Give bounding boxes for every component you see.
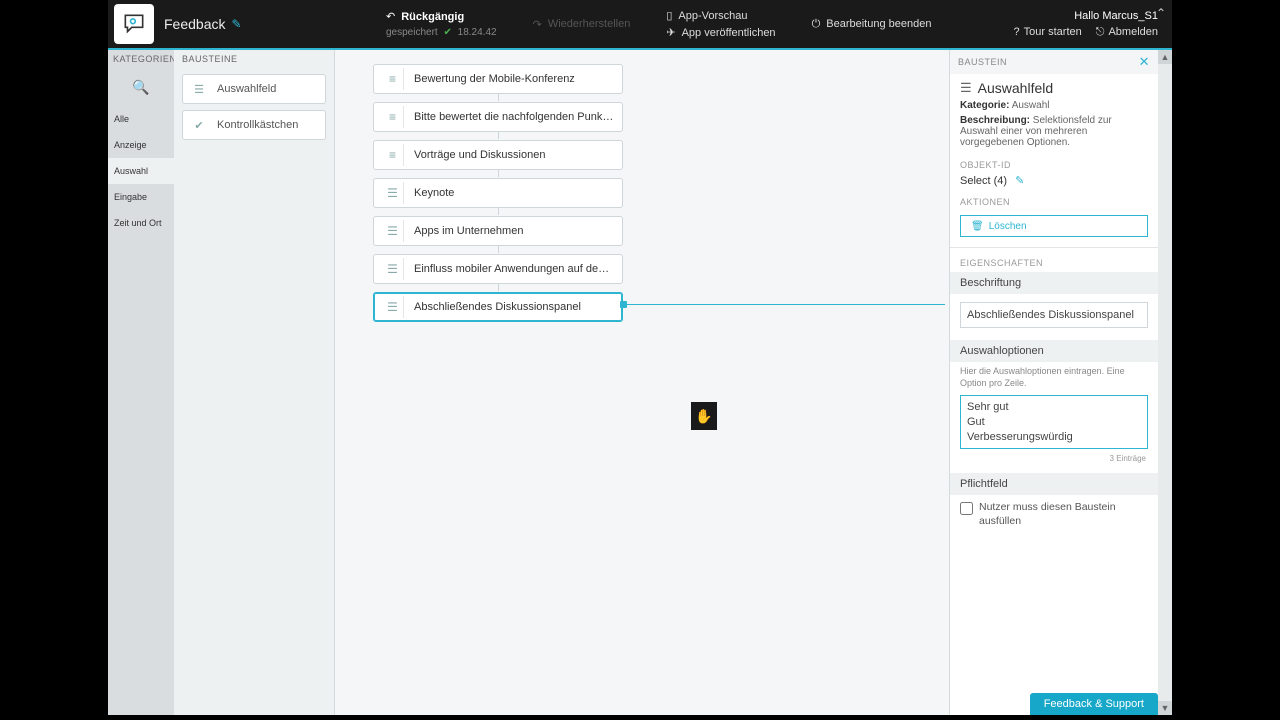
select-icon: ☰ (382, 220, 404, 242)
select-icon: ☰ (191, 83, 207, 96)
pflicht-checkbox-row[interactable]: Nutzer muss diesen Baustein ausfüllen (950, 495, 1158, 528)
prop-beschriftung-header: Beschriftung (950, 272, 1158, 294)
select-icon: ☰ (960, 80, 972, 96)
body: KATEGORIEN 🔍 Alle Anzeige Auswahl Eingab… (108, 48, 1172, 715)
actions-header: AKTIONEN (950, 187, 1158, 211)
select-icon: ☰ (382, 296, 404, 318)
canvas-node[interactable]: ☰ Apps im Unternehmen (373, 216, 623, 246)
start-tour-button[interactable]: ? Tour starten (1014, 26, 1082, 38)
properties-header: EIGENSCHAFTEN (950, 248, 1158, 272)
help-icon: ? (1014, 26, 1020, 38)
edit-object-id-icon[interactable]: ✎ (1015, 174, 1024, 187)
inspector-strip-label: BAUSTEIN (958, 57, 1007, 67)
object-id-value: Select (4) (960, 175, 1007, 187)
rail-item-anzeige[interactable]: Anzeige (108, 132, 174, 158)
category-rail: KATEGORIEN 🔍 Alle Anzeige Auswahl Eingab… (108, 50, 174, 715)
feedback-support-button[interactable]: Feedback & Support (1030, 693, 1158, 715)
select-icon: ☰ (382, 182, 404, 204)
speech-bubble-icon (121, 11, 147, 37)
app-root: Feedback ✎ ↶ Rückgängig gespeichert ✔ 18… (108, 0, 1172, 715)
prop-pflicht-header: Pflichtfeld (950, 473, 1158, 495)
text-block-icon: ≡ (382, 68, 404, 90)
redo-icon: ↷ (533, 18, 542, 31)
mobile-icon: ▯ (666, 9, 672, 22)
canvas-node[interactable]: ≡ Bewertung der Mobile-Konferenz (373, 64, 623, 94)
rename-app-icon[interactable]: ✎ (231, 17, 241, 31)
scroll-down-icon[interactable]: ▼ (1158, 701, 1172, 715)
publish-icon: ✈ (666, 26, 675, 39)
logout-button[interactable]: ⎋ Abmelden (1096, 26, 1158, 39)
text-block-icon: ≡ (382, 106, 404, 128)
topbar-center: ↶ Rückgängig gespeichert ✔ 18.24.42 ↷ Wi… (368, 0, 949, 48)
delete-block-button[interactable]: 🗑 Löschen (960, 215, 1148, 237)
close-inspector-icon[interactable]: ✕ (1139, 54, 1150, 70)
power-icon: ⏻ (812, 18, 821, 31)
scroll-up-icon[interactable]: ▲ (1158, 50, 1172, 64)
end-editing-button[interactable]: ⏻ Bearbeitung beenden (812, 18, 932, 31)
palette-block-kontrollkaestchen[interactable]: ✔ Kontrollkästchen (182, 110, 326, 140)
rail-item-alle[interactable]: Alle (108, 106, 174, 132)
rail-item-eingabe[interactable]: Eingabe (108, 184, 174, 210)
node-stack: ≡ Bewertung der Mobile-Konferenz ≡ Bitte… (373, 64, 623, 330)
object-id-header: OBJEKT-ID (950, 150, 1158, 174)
rail-item-auswahl[interactable]: Auswahl (108, 158, 174, 184)
options-helper-text: Hier die Auswahloptionen eintragen. Eine… (950, 362, 1158, 391)
inspector-scrollbar[interactable]: ▲ ▼ (1158, 50, 1172, 715)
publish-button[interactable]: ✈ App veröffentlichen (666, 26, 775, 39)
inspector-panel: BAUSTEIN ✕ ☰ Auswahlfeld Kategorie: Ausw… (950, 50, 1158, 715)
selection-connector (623, 304, 945, 305)
logout-icon: ⎋ (1096, 26, 1105, 39)
redo-button[interactable]: ↷ Wiederherstellen (533, 18, 631, 31)
beschriftung-input[interactable] (960, 302, 1148, 328)
app-logo[interactable] (114, 4, 154, 44)
options-textarea[interactable] (960, 395, 1148, 449)
palette-block-auswahlfeld[interactable]: ☰ Auswahlfeld (182, 74, 326, 104)
saved-status: gespeichert ✔ 18.24.42 (386, 27, 497, 38)
preview-button[interactable]: ▯ App-Vorschau (666, 9, 775, 22)
trash-icon: 🗑 (971, 221, 984, 232)
category-rail-header: KATEGORIEN (108, 50, 174, 68)
canvas-node[interactable]: ≡ Bitte bewertet die nachfolgenden Punkt… (373, 102, 623, 132)
options-count: 3 Einträge (950, 452, 1158, 463)
text-block-icon: ≡ (382, 144, 404, 166)
saved-check-icon: ✔ (443, 27, 451, 38)
undo-icon: ↶ (386, 10, 395, 23)
search-blocks-icon[interactable]: 🔍 (108, 72, 174, 102)
app-name: Feedback (164, 16, 225, 32)
canvas[interactable]: ≡ Bewertung der Mobile-Konferenz ≡ Bitte… (334, 50, 950, 715)
select-icon: ☰ (382, 258, 404, 280)
block-palette: BAUSTEINE ☰ Auswahlfeld ✔ Kontrollkästch… (174, 50, 334, 715)
undo-button[interactable]: ↶ Rückgängig (386, 10, 497, 23)
checkbox-icon: ✔ (191, 119, 207, 132)
greeting: Hallo Marcus_S1 (1074, 10, 1158, 22)
inspector-title: Auswahlfeld (978, 80, 1054, 96)
canvas-node[interactable]: ☰ Einfluss mobiler Anwendungen auf den G… (373, 254, 623, 284)
canvas-node[interactable]: ≡ Vorträge und Diskussionen (373, 140, 623, 170)
pflicht-checkbox[interactable] (960, 502, 973, 515)
collapse-topbar-icon[interactable]: ⌃ (1156, 6, 1166, 20)
pan-cursor-icon: ✋ (691, 402, 717, 430)
canvas-node-selected[interactable]: ☰ Abschließendes Diskussionspanel (373, 292, 623, 322)
block-palette-header: BAUSTEINE (174, 50, 334, 68)
topbar-right: Hallo Marcus_S1 ? Tour starten ⎋ Abmelde… (1014, 6, 1172, 43)
prop-options-header: Auswahloptionen (950, 340, 1158, 362)
canvas-node[interactable]: ☰ Keynote (373, 178, 623, 208)
topbar: Feedback ✎ ↶ Rückgängig gespeichert ✔ 18… (108, 0, 1172, 48)
rail-item-zeit-ort[interactable]: Zeit und Ort (108, 210, 174, 236)
